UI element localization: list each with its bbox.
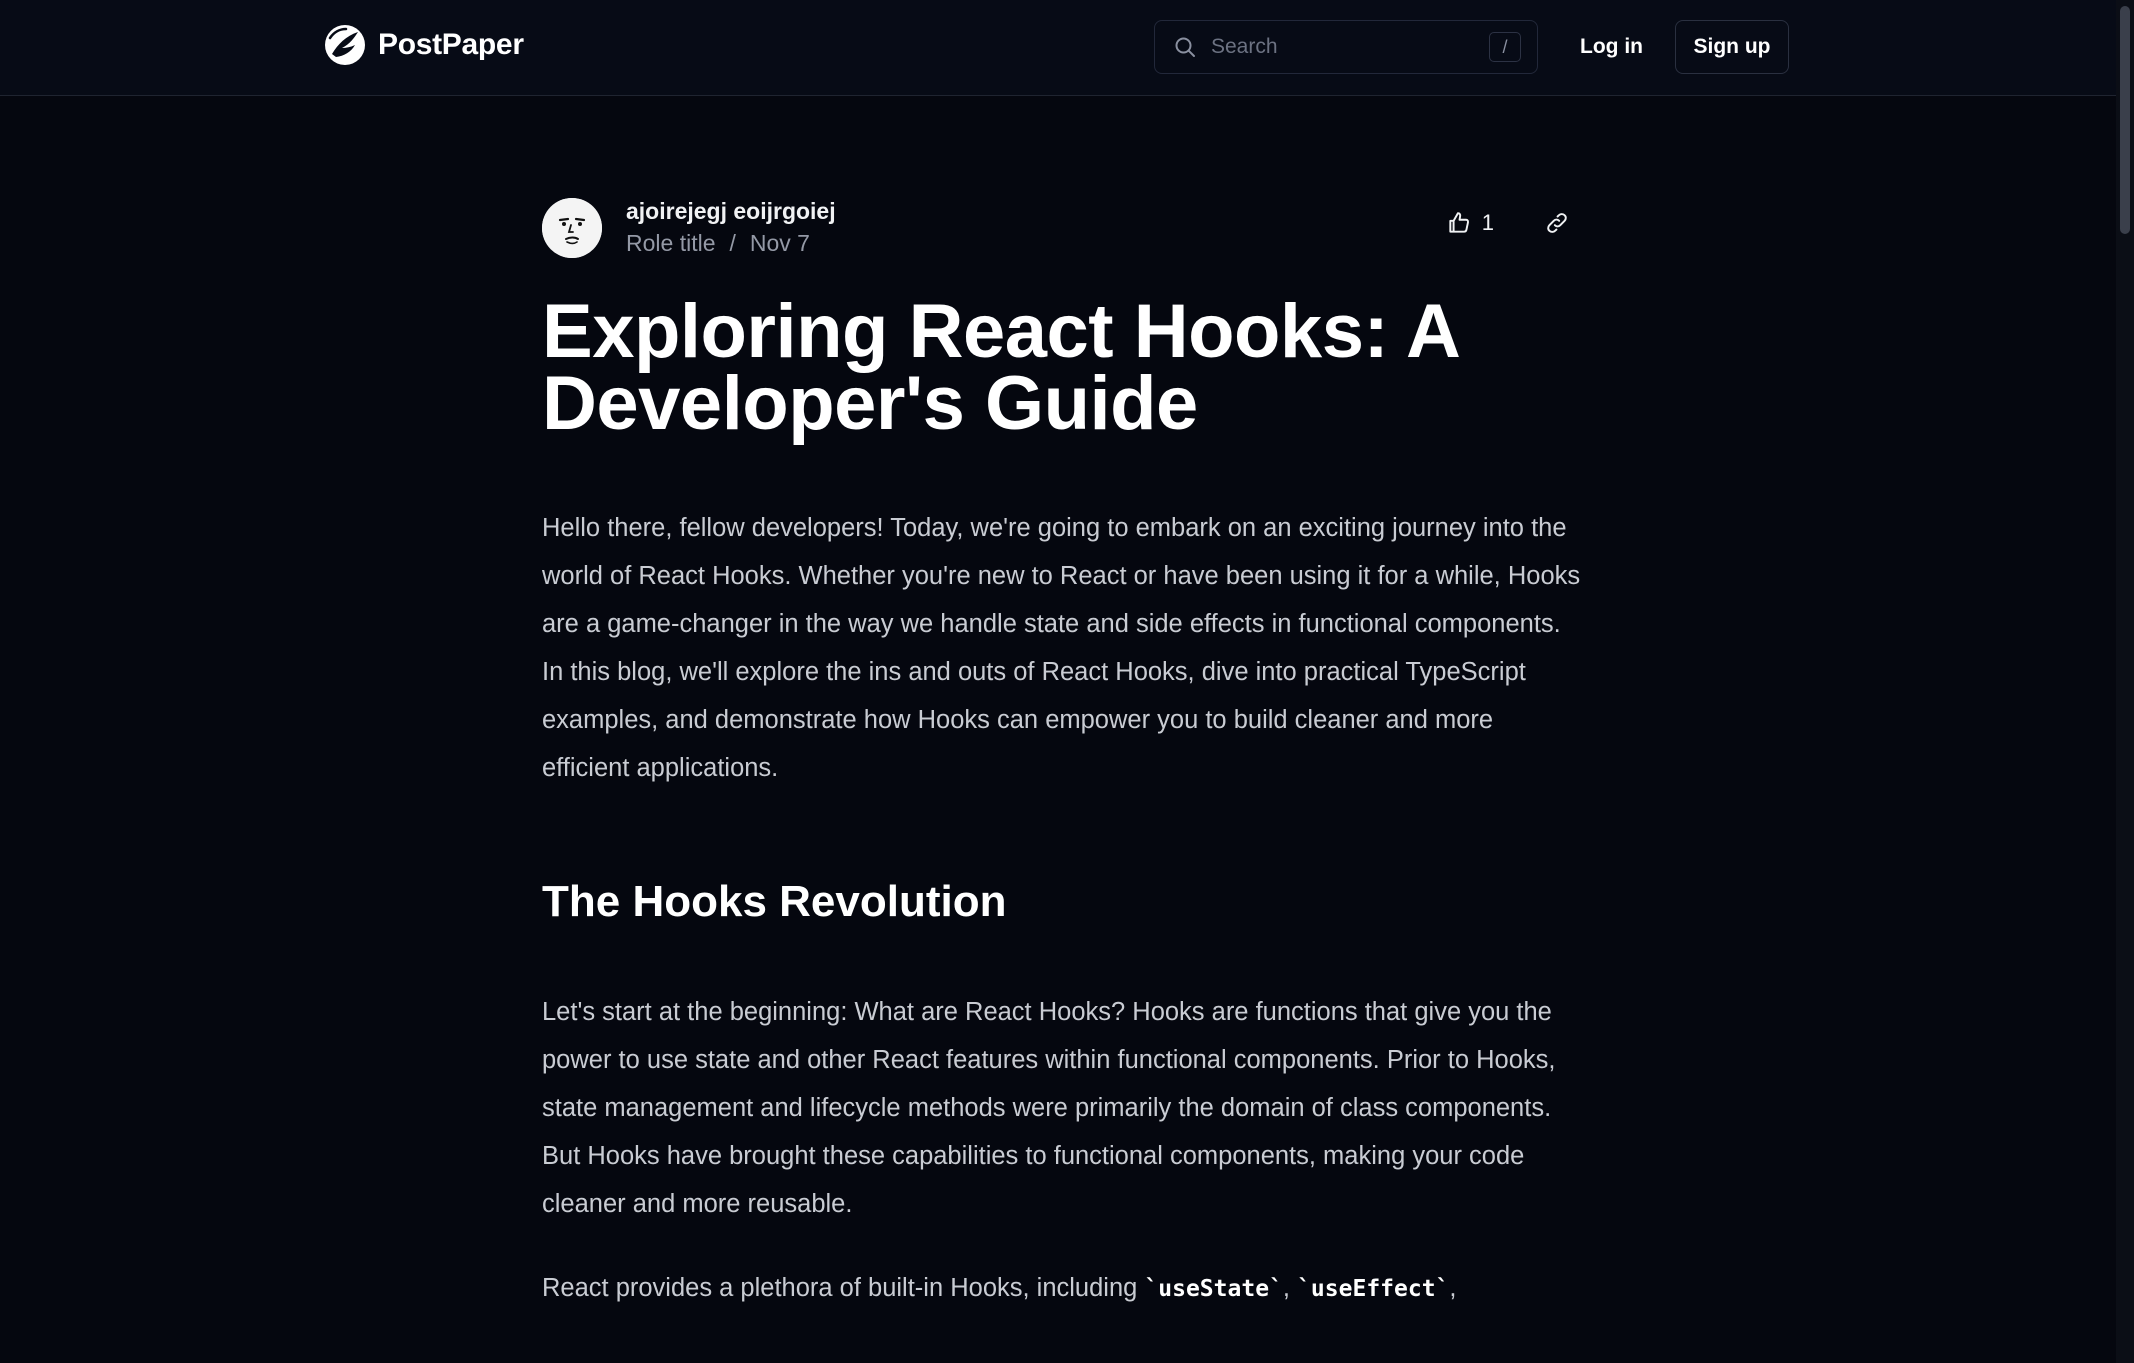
copy-link-button[interactable] (1544, 210, 1570, 236)
intro-paragraph: Hello there, fellow developers! Today, w… (542, 514, 1581, 782)
brand-home-link[interactable]: PostPaper (324, 24, 524, 66)
next-paragraph: React provides a plethora of built-in Ho… (542, 1264, 1582, 1313)
brand-name: PostPaper (378, 28, 524, 61)
login-button[interactable]: Log in (1560, 20, 1663, 74)
search-icon (1175, 37, 1195, 57)
next-paragraph-text: React provides a plethora of built-in Ho… (542, 1274, 1145, 1302)
section-heading: The Hooks Revolution (542, 877, 1007, 926)
thumbs-up-icon (1449, 212, 1469, 233)
article-actions: 1 (1446, 210, 1570, 236)
search-shortcut-hint: / (1489, 32, 1521, 62)
signup-button[interactable]: Sign up (1675, 20, 1789, 74)
page-scrollbar[interactable] (2116, 0, 2134, 1363)
avatar-face-icon (542, 198, 602, 258)
comma-text: , (1282, 1274, 1298, 1302)
article: ajoirejegj eoijrgoiej Role title / Nov 7… (542, 196, 1582, 1313)
section-paragraph: Let's start at the beginning: What are R… (542, 998, 1556, 1218)
search-input[interactable] (1211, 35, 1489, 59)
postpaper-logo-icon (325, 25, 365, 65)
comma-text: , (1449, 1274, 1457, 1302)
author-info: ajoirejegj eoijrgoiej Role title / Nov 7 (626, 196, 836, 260)
like-button[interactable]: 1 (1446, 210, 1494, 236)
code-usestate: `useState` (1144, 1276, 1283, 1302)
link-icon (1547, 213, 1567, 233)
author-name[interactable]: ajoirejegj eoijrgoiej (626, 196, 836, 226)
like-count: 1 (1481, 210, 1494, 235)
publish-date: Nov 7 (749, 230, 810, 256)
search-box[interactable]: / (1154, 20, 1538, 74)
top-navigation-bar: PostPaper / Log in Sign up (0, 0, 2116, 96)
author-avatar[interactable] (542, 198, 602, 258)
article-title: Exploring React Hooks: A Developer's Gui… (542, 289, 1458, 446)
author-meta: Role title / Nov 7 (626, 226, 836, 260)
code-useeffect: `useEffect` (1297, 1276, 1450, 1302)
meta-separator: / (729, 230, 736, 256)
scrollbar-thumb[interactable] (2120, 6, 2130, 234)
author-row: ajoirejegj eoijrgoiej Role title / Nov 7… (542, 196, 1582, 260)
author-role: Role title (626, 230, 716, 256)
